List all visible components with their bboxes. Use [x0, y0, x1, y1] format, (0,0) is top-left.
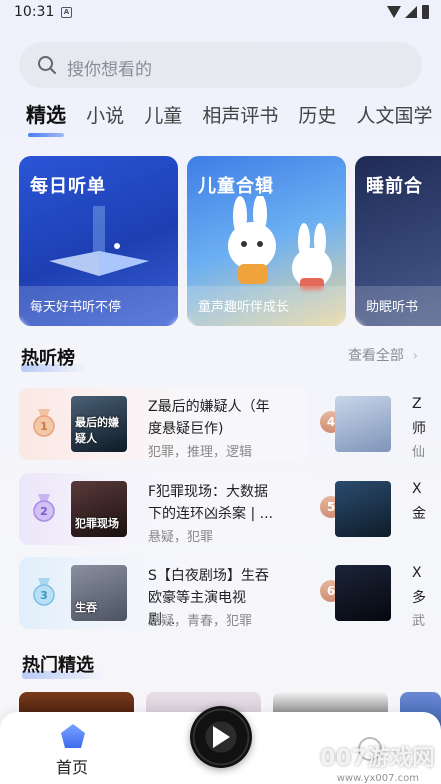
banner-subtitle-bar: 童声趣听伴成长	[187, 286, 346, 326]
book-tags: 犯罪，推理，逻辑	[148, 445, 253, 460]
book-title: Z	[412, 396, 422, 412]
see-all-label: 查看全部	[347, 348, 404, 364]
book-tags: 武	[412, 614, 426, 629]
banner-children[interactable]: 儿童合辑 童声趣听伴成长	[187, 156, 346, 326]
banner-subtitle: 助眠听书	[366, 300, 419, 315]
list-item[interactable]: 5 X 金	[320, 473, 441, 545]
book-tags: 悬疑，犯罪	[148, 530, 214, 545]
book-title: X	[412, 565, 422, 581]
banner-daily-list[interactable]: 每日听单 每天好书听不停	[19, 156, 178, 326]
home-icon	[61, 724, 85, 748]
banner-subtitle-bar: 助眠听书	[355, 286, 441, 326]
banner-subtitle: 每天好书听不停	[30, 300, 122, 315]
nav-home-label: 首页	[56, 758, 89, 777]
list-item[interactable]: 4 Z 师 仙	[320, 388, 441, 460]
hot-picks-title: 热门精选	[22, 651, 106, 679]
signal-icon	[405, 6, 417, 18]
banner-subtitle: 童声趣听伴成长	[198, 300, 290, 315]
banner-title: 儿童合辑	[198, 176, 274, 197]
search-icon	[38, 56, 56, 74]
see-all-link[interactable]: 查看全部 ›	[348, 345, 418, 365]
category-tabs: 精选 小说 儿童 相声评书 历史 人文国学	[26, 100, 441, 140]
book-title-line2: 多	[412, 590, 426, 606]
medal-1-icon: 1	[33, 409, 55, 437]
search-bar[interactable]: 搜你想看的	[19, 42, 422, 88]
status-bar: 10:31 A	[0, 0, 441, 26]
cover-text: 犯罪现场	[75, 517, 119, 530]
banner-title: 每日听单	[30, 176, 106, 197]
tab-crosstalk[interactable]: 相声评书	[202, 101, 278, 140]
list-item[interactable]: 6 X 多 武	[320, 557, 441, 629]
book-tags: 仙	[412, 445, 426, 460]
rank-row: 1 最后的嫌疑人 Z最后的嫌疑人（年度悬疑巨作) 犯罪，推理，逻辑 4 Z 师 …	[0, 388, 441, 460]
play-icon	[213, 726, 230, 748]
medal-2-icon: 2	[33, 494, 55, 522]
tab-history[interactable]: 历史	[298, 101, 336, 140]
battery-icon	[422, 5, 429, 19]
tab-novel[interactable]: 小说	[86, 101, 124, 140]
book-title-line2: 金	[412, 506, 426, 522]
bunny-illustration-icon	[228, 196, 332, 290]
book-cover	[335, 565, 391, 621]
wifi-icon	[387, 6, 401, 18]
svg-text:1: 1	[40, 420, 48, 433]
cover-text: 生吞	[75, 601, 97, 614]
book-tags: 悬疑，青春，犯罪	[148, 614, 253, 629]
chevron-right-icon: ›	[412, 348, 418, 364]
medal-3-icon: 3	[33, 578, 55, 606]
book-cover	[335, 396, 391, 452]
play-button[interactable]	[190, 706, 252, 768]
search-placeholder: 搜你想看的	[67, 60, 152, 80]
book-illustration-icon	[49, 206, 149, 276]
nav-home[interactable]: 首页	[50, 722, 94, 780]
tab-humanities[interactable]: 人文国学	[357, 101, 433, 140]
book-cover: 生吞	[71, 565, 127, 621]
book-cover: 犯罪现场	[71, 481, 127, 537]
watermark-logo: 007游戏网	[320, 746, 435, 771]
status-time: 10:31	[14, 4, 55, 20]
book-cover: 最后的嫌疑人	[71, 396, 127, 452]
list-item[interactable]: 3 生吞 S【白夜剧场】生吞欧豪等主演电视剧... 悬疑，青春，犯罪	[19, 557, 307, 629]
watermark-url: www.yx007.com	[336, 773, 419, 784]
svg-text:3: 3	[40, 589, 48, 602]
cover-text: 最后的嫌疑人	[75, 416, 119, 445]
rank-row: 2 犯罪现场 F犯罪现场：大数据下的连环凶杀案 | ... 悬疑，犯罪 5 X …	[0, 473, 441, 545]
banner-title: 睡前合	[366, 176, 423, 197]
banner-subtitle-bar: 每天好书听不停	[19, 286, 178, 326]
book-cover	[335, 481, 391, 537]
book-title: F犯罪现场：大数据下的连环凶杀案 | ...	[148, 484, 273, 522]
tab-featured[interactable]: 精选	[26, 100, 66, 140]
book-title-line2: 师	[412, 421, 426, 437]
banner-bedtime[interactable]: 睡前合 助眠听书	[355, 156, 441, 326]
notification-icon: A	[61, 7, 72, 18]
list-item[interactable]: 2 犯罪现场 F犯罪现场：大数据下的连环凶杀案 | ... 悬疑，犯罪	[19, 473, 307, 545]
svg-text:2: 2	[40, 505, 48, 518]
rank-row: 3 生吞 S【白夜剧场】生吞欧豪等主演电视剧... 悬疑，青春，犯罪 6 X 多…	[0, 557, 441, 629]
book-title: X	[412, 481, 422, 497]
book-title: Z最后的嫌疑人（年度悬疑巨作)	[148, 399, 270, 437]
list-item[interactable]: 1 最后的嫌疑人 Z最后的嫌疑人（年度悬疑巨作) 犯罪，推理，逻辑	[19, 388, 307, 460]
hot-list-title: 热听榜	[21, 344, 87, 372]
tab-children[interactable]: 儿童	[144, 101, 182, 140]
banner-carousel: 每日听单 每天好书听不停 儿童合辑 童声趣听伴成长 睡前合 助眠听书	[19, 156, 441, 326]
